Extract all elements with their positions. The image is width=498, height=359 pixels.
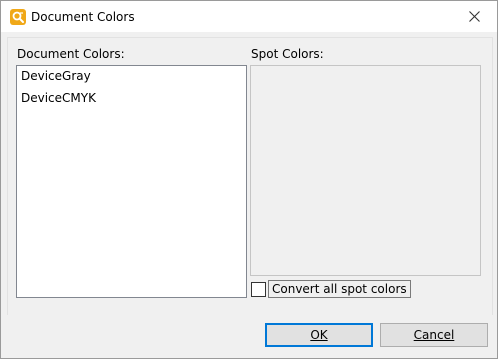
document-colors-list[interactable]: DeviceGray DeviceCMYK (16, 65, 247, 298)
convert-spot-colors-label[interactable]: Convert all spot colors (268, 280, 411, 298)
button-bar: OK Cancel (1, 315, 497, 358)
convert-spot-colors-checkbox[interactable] (251, 282, 266, 297)
cancel-button[interactable]: Cancel (380, 323, 488, 347)
document-colors-dialog: Document Colors Document Colors: DeviceG… (0, 0, 498, 359)
close-icon (468, 11, 480, 22)
window-title: Document Colors (31, 10, 135, 24)
dialog-content: Document Colors: DeviceGray DeviceCMYK S… (7, 37, 493, 316)
ok-button[interactable]: OK (265, 323, 373, 347)
close-button[interactable] (451, 1, 497, 32)
spot-colors-label: Spot Colors: (251, 47, 324, 61)
document-colors-label: Document Colors: (17, 47, 125, 61)
list-item[interactable]: DeviceGray (21, 68, 91, 84)
app-icon (10, 9, 26, 25)
title-bar: Document Colors (1, 1, 497, 32)
spot-colors-list[interactable] (250, 65, 481, 276)
list-item[interactable]: DeviceCMYK (21, 90, 96, 106)
